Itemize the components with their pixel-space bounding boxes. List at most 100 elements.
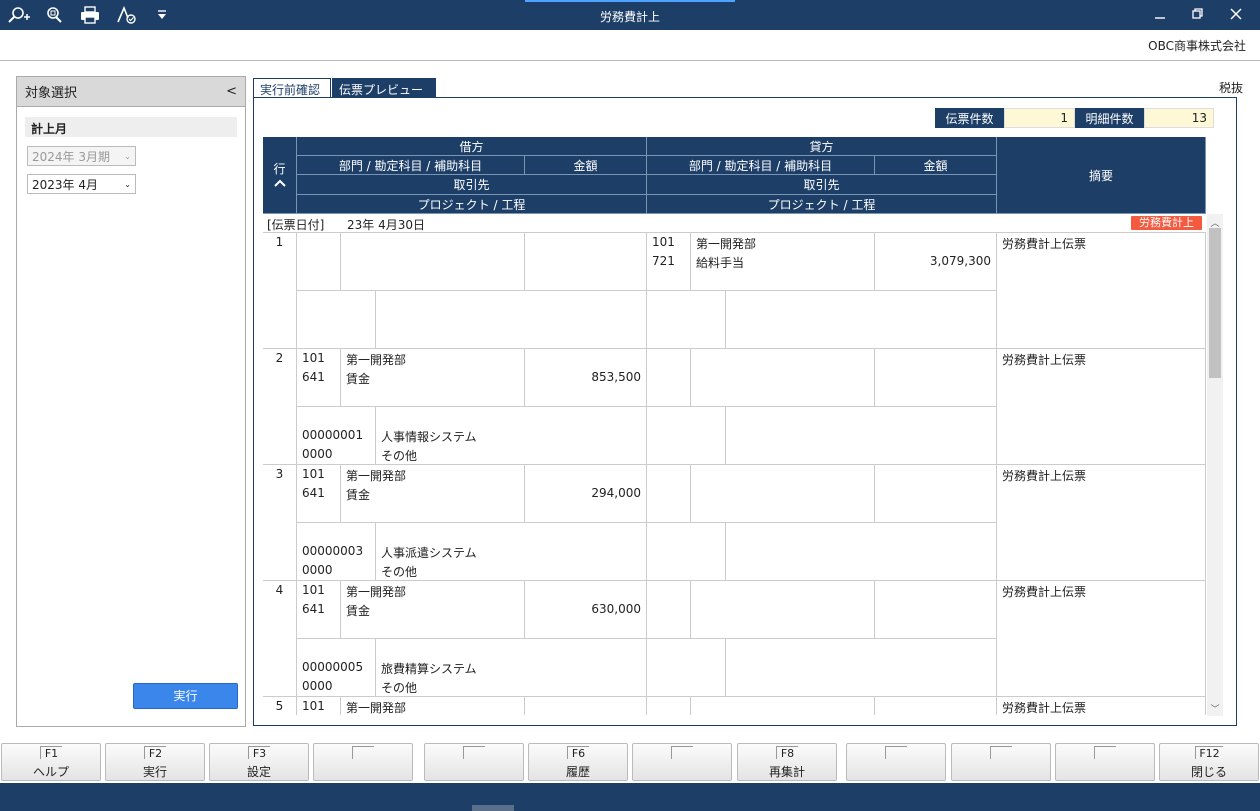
credit-code-cell[interactable] (647, 581, 691, 639)
scroll-up-icon[interactable]: ︿ (1207, 216, 1223, 229)
credit-project-code-cell[interactable] (647, 523, 726, 581)
credit-amount-cell[interactable] (875, 465, 997, 523)
credit-name-cell[interactable] (691, 697, 875, 715)
summary-cell[interactable]: 労務費計上伝票 (997, 465, 1206, 581)
credit-code-cell[interactable] (647, 465, 691, 523)
debit-code-cell[interactable]: 101 641 (297, 465, 341, 523)
debit-amount-cell[interactable] (525, 697, 647, 715)
debit-name-cell[interactable] (341, 233, 525, 291)
credit-project-name-cell[interactable] (726, 639, 997, 697)
debit-name-cell[interactable]: 第一開発部 賃金 (341, 581, 525, 639)
credit-name-cell[interactable]: 第一開発部 給料手当 (691, 233, 875, 291)
row-number: 1 (263, 233, 297, 349)
summary-cell[interactable]: 労務費計上伝票 (997, 697, 1206, 715)
fkey-button-9[interactable] (846, 743, 946, 781)
debit-code-cell[interactable] (297, 233, 341, 291)
debit-amount-cell[interactable]: 294,000 (525, 465, 647, 523)
cell-line: 00000005 (302, 660, 364, 674)
summary-cell[interactable]: 労務費計上伝票 (997, 581, 1206, 697)
debit-name-cell[interactable]: 第一開発部 賃金 (341, 349, 525, 407)
fkey-label: 閉じる (1190, 765, 1227, 779)
fkey-label: 再集計 (768, 765, 805, 779)
fkey-label: 履歴 (565, 765, 590, 779)
cell-line: 721 (652, 254, 675, 268)
credit-code-cell[interactable]: 101 721 (647, 233, 691, 291)
cell-line: 労務費計上伝票 (1002, 353, 1087, 367)
credit-amount-cell[interactable] (875, 581, 997, 639)
cell-line (302, 331, 370, 350)
debit-header: 借方 (297, 137, 647, 156)
debit-amount-cell[interactable]: 630,000 (525, 581, 647, 639)
summary-cell[interactable]: 労務費計上伝票 (997, 349, 1206, 465)
debit-amount-cell[interactable] (525, 233, 647, 291)
fkey-button-5[interactable] (424, 743, 524, 781)
debit-amount-header: 金額 (525, 156, 647, 175)
restore-icon[interactable] (1190, 6, 1206, 22)
credit-project-name-cell[interactable] (726, 407, 997, 465)
credit-name-cell[interactable] (691, 349, 875, 407)
debit-code-cell[interactable]: 101 (297, 697, 341, 715)
window-title: 労務費計上 (599, 10, 660, 24)
debit-project-code-cell[interactable]: 00000005 0000 (297, 639, 376, 697)
fkey-button-11[interactable] (1055, 743, 1155, 781)
collapse-panel-button[interactable]: < (226, 84, 237, 99)
debit-project-name-cell[interactable] (376, 291, 647, 349)
cell-line (696, 583, 869, 602)
status-indicator (472, 805, 514, 811)
credit-name-cell[interactable] (691, 465, 875, 523)
month-select[interactable]: 2023年 4月 ⌄ (27, 174, 136, 194)
fkey-button-8[interactable]: F8 再集計 (737, 743, 837, 781)
fkey-button-4[interactable] (313, 743, 413, 781)
debit-name-cell[interactable]: 第一開発部 賃金 (341, 465, 525, 523)
debit-name-cell[interactable]: 第一開発部 (341, 697, 525, 715)
minimize-icon[interactable] (1152, 6, 1168, 22)
cell-line: 00000003 (302, 544, 364, 558)
debit-project-code-cell[interactable] (297, 291, 376, 349)
debit-project-code-cell[interactable]: 00000001 0000 (297, 407, 376, 465)
credit-amount-cell[interactable]: 3,079,300 (875, 233, 997, 291)
fkey-button-7[interactable] (632, 743, 732, 781)
credit-project-code-cell[interactable] (647, 639, 726, 697)
cell-line (652, 699, 685, 715)
debit-project-name-cell[interactable]: 人事情報システム その他 (376, 407, 647, 465)
row-number-header[interactable]: 行 (263, 137, 297, 214)
credit-project-code-cell[interactable] (647, 291, 726, 349)
tab-voucher-preview[interactable]: 伝票プレビュー (332, 78, 436, 98)
debit-project-name-cell[interactable]: 旅費精算システム その他 (376, 639, 647, 697)
voucher-date-label: [伝票日付] (267, 218, 325, 232)
credit-amount-cell[interactable] (875, 349, 997, 407)
summary-cell[interactable]: 労務費計上伝票 (997, 233, 1206, 349)
close-icon[interactable] (1228, 6, 1244, 22)
fkey-button-1[interactable]: F1 ヘルプ (1, 743, 101, 781)
credit-code-cell[interactable] (647, 697, 691, 715)
fkey-button-10[interactable] (951, 743, 1051, 781)
fkey-button-12[interactable]: F12 閉じる (1159, 743, 1259, 781)
vertical-scrollbar[interactable]: ︿ ﹀ (1207, 214, 1223, 716)
debit-code-cell[interactable]: 101 641 (297, 581, 341, 639)
debit-amount-cell[interactable]: 853,500 (525, 349, 647, 407)
cell-line: 5 (275, 699, 284, 713)
voucher-lines-table[interactable]: 1 101 721 第一開発部 給料手当 3,079,300 労務費計上伝票 2 101 641 第… (263, 233, 1206, 715)
row-number: 4 (263, 581, 297, 697)
fkey-button-6[interactable]: F6 履歴 (528, 743, 628, 781)
debit-code-cell[interactable]: 101 641 (297, 349, 341, 407)
credit-amount-cell[interactable] (875, 697, 997, 715)
cell-line (346, 235, 519, 254)
credit-project-code-cell[interactable] (647, 407, 726, 465)
credit-code-cell[interactable] (647, 349, 691, 407)
debit-project-code-cell[interactable]: 00000003 0000 (297, 523, 376, 581)
fkey-button-2[interactable]: F2 実行 (105, 743, 205, 781)
credit-project-name-cell[interactable] (726, 523, 997, 581)
credit-name-cell[interactable] (691, 581, 875, 639)
scroll-down-icon[interactable]: ﹀ (1207, 702, 1223, 715)
cell-line: 0000 (302, 447, 333, 461)
scrollbar-thumb[interactable] (1209, 228, 1221, 378)
fkey-button-3[interactable]: F3 設定 (209, 743, 309, 781)
execute-button[interactable]: 実行 (133, 683, 238, 709)
debit-project-name-cell[interactable]: 人事派遣システム その他 (376, 523, 647, 581)
fkey-code (463, 746, 485, 759)
credit-project-name-cell[interactable] (726, 291, 997, 349)
cell-line: 第一開発部 (346, 353, 407, 367)
tab-pre-check[interactable]: 実行前確認 (253, 78, 331, 98)
fkey-code: F6 (567, 746, 589, 760)
